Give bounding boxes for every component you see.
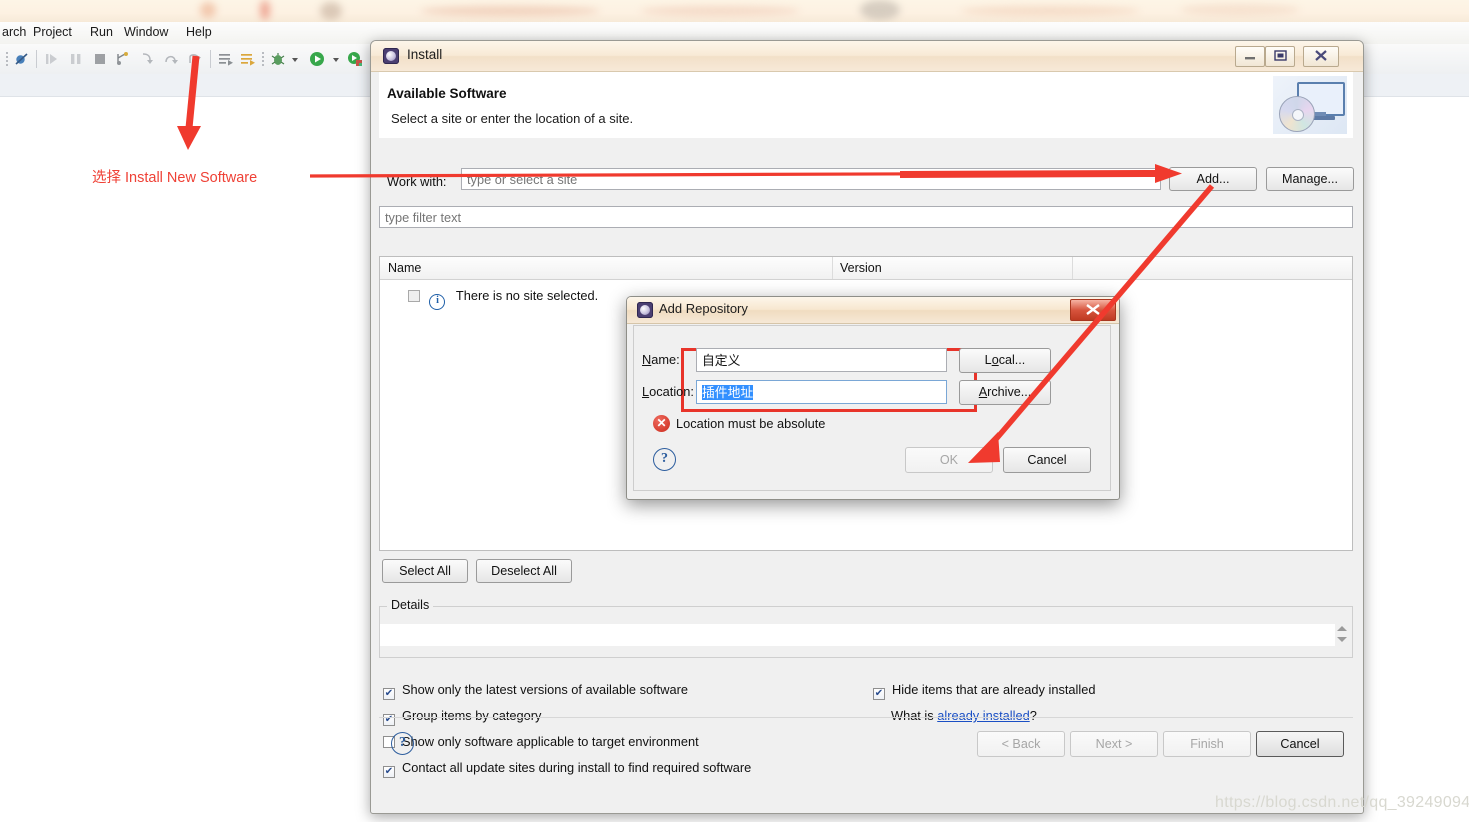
- external-tools-icon[interactable]: [347, 51, 363, 67]
- add-repository-title: Add Repository: [659, 301, 748, 316]
- table-header: Name Version: [380, 257, 1352, 280]
- column-header-name[interactable]: Name: [388, 261, 421, 275]
- cancel-button[interactable]: Cancel: [1003, 447, 1091, 473]
- location-label: Location:: [642, 384, 694, 399]
- next-button[interactable]: Next >: [1070, 731, 1158, 757]
- install-window-titlebar[interactable]: Install: [371, 41, 1363, 72]
- name-label: Name:: [642, 352, 680, 367]
- error-icon: ✕: [653, 415, 670, 432]
- skip-all-breakpoints-icon[interactable]: [14, 51, 30, 67]
- install-cd-monitor-icon: [1273, 76, 1347, 134]
- details-scroll-spinner[interactable]: [1335, 624, 1349, 648]
- toggle-step-filters-icon[interactable]: [218, 51, 234, 67]
- watermark: https://blog.csdn.net/qq_39249094: [1215, 794, 1469, 811]
- page-title: Available Software: [387, 86, 507, 101]
- option-latest-versions[interactable]: Show only the latest versions of availab…: [383, 682, 688, 700]
- help-icon[interactable]: ?: [653, 448, 676, 471]
- table-row[interactable]: i There is no site selected.: [408, 287, 599, 310]
- back-button[interactable]: < Back: [977, 731, 1065, 757]
- option-hide-installed-label: Hide items that are already installed: [892, 682, 1096, 697]
- close-icon[interactable]: [1070, 299, 1116, 321]
- empty-row-label: There is no site selected.: [455, 288, 599, 303]
- location-field-selected-text: 插件地址: [702, 385, 754, 400]
- eclipse-install-icon: [383, 48, 399, 64]
- close-icon[interactable]: [1303, 46, 1339, 67]
- cd-shape: [1279, 96, 1315, 132]
- row-checkbox[interactable]: [408, 290, 420, 302]
- add-repository-content: Name: 自定义 Local... Location: 插件地址 Archiv…: [633, 325, 1111, 491]
- toolbar-drag-handle[interactable]: [6, 52, 8, 66]
- step-into-icon[interactable]: [139, 51, 155, 67]
- option-latest-versions-label: Show only the latest versions of availab…: [402, 682, 688, 697]
- menu-item-help[interactable]: Help: [186, 25, 212, 39]
- annotation-note: 选择 Install New Software: [92, 170, 258, 186]
- page-subtitle: Select a site or enter the location of a…: [391, 111, 634, 126]
- option-latest-versions-checkbox[interactable]: [383, 688, 395, 700]
- select-all-button[interactable]: Select All: [382, 559, 468, 583]
- details-text: [380, 624, 1335, 646]
- blurred-background-strip: [0, 0, 1469, 23]
- work-with-label: Work with:: [387, 174, 447, 189]
- eclipse-dialog-icon: [637, 302, 653, 318]
- minimize-icon[interactable]: [1235, 46, 1265, 67]
- add-repository-dialog: Add Repository Name: 自定义 Local... Locati…: [626, 296, 1120, 500]
- work-with-input[interactable]: [461, 168, 1161, 190]
- location-field[interactable]: 插件地址: [696, 380, 947, 404]
- finish-button[interactable]: Finish: [1163, 731, 1251, 757]
- run-dropdown-icon[interactable]: [331, 51, 341, 67]
- drop-to-frame-icon[interactable]: [240, 51, 256, 67]
- wizard-footer: ? < Back Next > Finish Cancel: [379, 717, 1353, 786]
- cancel-button[interactable]: Cancel: [1256, 731, 1344, 757]
- suspend-icon[interactable]: [68, 51, 84, 67]
- add-button[interactable]: Add...: [1169, 167, 1257, 191]
- restore-icon[interactable]: [1265, 46, 1295, 67]
- step-return-icon[interactable]: [187, 51, 203, 67]
- option-hide-installed[interactable]: Hide items that are already installed: [873, 682, 1095, 700]
- local-button[interactable]: Local...: [959, 348, 1051, 373]
- details-label: Details: [387, 598, 434, 612]
- manage-button[interactable]: Manage...: [1266, 167, 1354, 191]
- terminate-icon[interactable]: [92, 51, 108, 67]
- filter-input[interactable]: [379, 206, 1353, 228]
- details-group: Details: [379, 598, 1353, 658]
- run-icon[interactable]: [309, 51, 325, 67]
- help-icon[interactable]: ?: [391, 732, 414, 755]
- debug-icon[interactable]: [270, 51, 286, 67]
- archive-button[interactable]: Archive...: [959, 380, 1051, 405]
- resume-icon[interactable]: [44, 51, 60, 67]
- step-into-selection-icon[interactable]: [115, 51, 131, 67]
- column-header-version[interactable]: Version: [840, 261, 882, 275]
- menu-item-search[interactable]: arch: [2, 25, 26, 39]
- error-message: Location must be absolute: [676, 416, 826, 431]
- ok-button[interactable]: OK: [905, 447, 993, 473]
- name-field[interactable]: 自定义: [696, 348, 947, 372]
- info-icon: i: [429, 294, 446, 310]
- menu-item-project[interactable]: Project: [33, 25, 72, 39]
- option-hide-installed-checkbox[interactable]: [873, 688, 885, 700]
- step-over-icon[interactable]: [163, 51, 179, 67]
- debug-dropdown-icon[interactable]: [290, 51, 300, 67]
- add-repository-titlebar[interactable]: Add Repository: [627, 297, 1119, 324]
- wizard-header: Available Software Select a site or ente…: [379, 72, 1353, 139]
- menu-item-window[interactable]: Window: [124, 25, 168, 39]
- menu-item-run[interactable]: Run: [90, 25, 113, 39]
- deselect-all-button[interactable]: Deselect All: [476, 559, 572, 583]
- install-window-title: Install: [407, 47, 443, 62]
